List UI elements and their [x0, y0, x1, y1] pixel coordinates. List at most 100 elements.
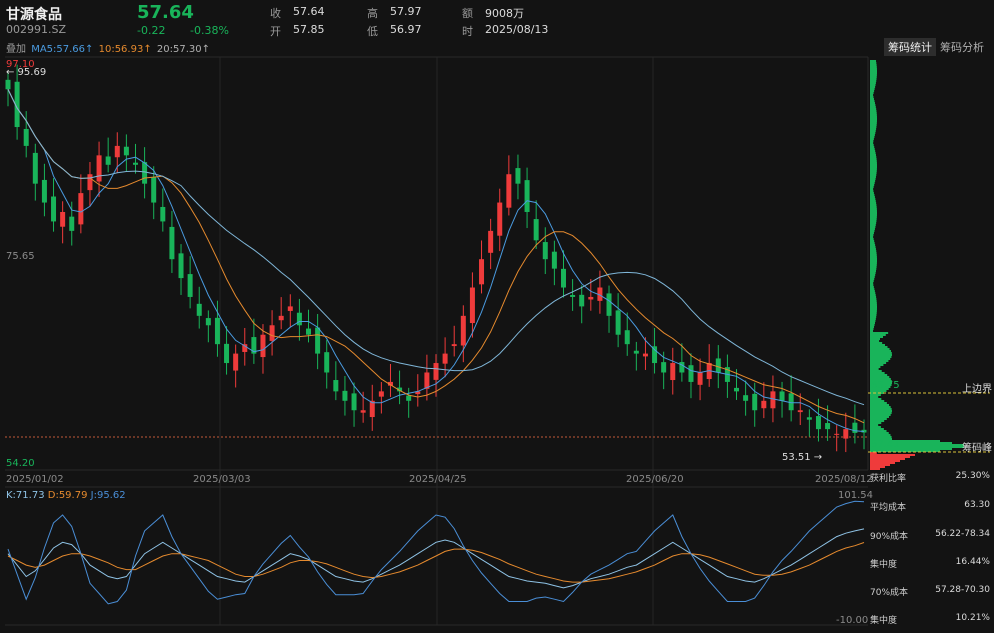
chip-bar	[870, 140, 874, 142]
high-marker: ← 95.69	[6, 67, 47, 78]
candle-body	[378, 391, 384, 397]
chip-bar	[870, 176, 876, 178]
chip-bar	[870, 228, 875, 230]
chip-bar	[870, 260, 877, 262]
chip-bar	[870, 430, 887, 432]
chip-bar	[870, 284, 874, 286]
candle-body	[51, 196, 57, 222]
chip-bar	[870, 180, 876, 182]
candle-body	[96, 155, 102, 182]
chip-bar	[870, 136, 875, 138]
chip-bar	[870, 78, 877, 80]
chip-bar	[870, 348, 890, 350]
chip-bar	[870, 130, 876, 132]
chip-bar	[870, 132, 876, 134]
chip-bar	[870, 290, 875, 292]
axis-mid-price: 75.65	[6, 251, 35, 262]
chip-bar	[870, 90, 875, 92]
candle-body	[533, 219, 539, 241]
chip-bar	[870, 68, 877, 70]
candle-body	[497, 202, 503, 236]
candle-body	[233, 353, 239, 371]
chip-bar	[870, 186, 874, 188]
chip-bar	[870, 310, 877, 312]
chip-bar	[870, 294, 876, 296]
chip-peak-label: 筹码峰	[962, 443, 992, 454]
chip-bar	[870, 190, 874, 192]
chip-bar	[870, 184, 875, 186]
chip-bar	[870, 464, 890, 466]
candle-body	[41, 179, 47, 203]
chip-bar	[870, 96, 874, 98]
candle-body	[542, 242, 548, 260]
kdj-k-line	[7, 528, 865, 589]
chip-bar	[870, 254, 877, 256]
chip-bar	[870, 264, 877, 266]
axis-low-price: 54.20	[6, 458, 35, 469]
chip-bar	[870, 372, 885, 374]
candle-body	[315, 327, 321, 354]
candle-body	[752, 393, 758, 411]
kdj-lines	[7, 500, 865, 605]
chip-bar	[870, 306, 877, 308]
chip-bar	[870, 150, 876, 152]
chip-bar	[870, 268, 877, 270]
candle-body	[5, 79, 11, 90]
chip-bar	[870, 202, 877, 204]
chip-bar	[870, 142, 874, 144]
chip-bar	[870, 252, 877, 254]
chip-bar	[870, 232, 874, 234]
upper-boundary-value: 63.75	[871, 380, 900, 391]
candle-body	[151, 177, 157, 203]
chip-bar	[870, 64, 877, 66]
chip-bar	[870, 358, 891, 360]
chip-bar	[870, 206, 877, 208]
chip-bar	[870, 124, 877, 126]
chip-bar	[870, 76, 877, 78]
candle-body	[69, 216, 75, 231]
candle-body	[843, 429, 849, 439]
candle-body	[114, 145, 120, 158]
chip-bar	[870, 154, 876, 156]
chip-bar	[870, 286, 874, 288]
chip-bar	[870, 66, 877, 68]
chip-bar	[870, 80, 877, 82]
candle-body	[132, 162, 138, 165]
chip-bar	[870, 276, 875, 278]
candle-body	[306, 328, 312, 335]
kdj-d-value: D:59.79	[47, 490, 88, 501]
chip-bar	[870, 258, 877, 260]
low-marker: 53.51 →	[782, 452, 823, 463]
chip-bar	[870, 82, 876, 84]
chip-bar	[870, 224, 876, 226]
candle-body	[788, 393, 794, 411]
chip-peak-value: 57.41	[871, 439, 900, 450]
chip-bar	[870, 334, 886, 336]
chip-bar	[870, 278, 875, 280]
chip-bar	[870, 100, 875, 102]
stat-average-cost: 平均成本 63.30	[870, 500, 990, 513]
chip-bar	[870, 266, 877, 268]
chip-bar	[870, 192, 874, 194]
chip-bar	[870, 292, 876, 294]
candle-body	[670, 363, 676, 381]
candle-body	[160, 206, 166, 222]
chip-bar	[870, 424, 879, 426]
chip-bar	[870, 272, 876, 274]
chip-bar	[870, 466, 885, 468]
chip-bar	[870, 324, 875, 326]
candle-body	[715, 358, 721, 373]
chip-bar	[870, 222, 877, 224]
candle-body	[269, 325, 275, 341]
chip-bar	[870, 402, 887, 404]
candle-body	[815, 416, 821, 430]
chip-bar	[870, 246, 876, 248]
candle-body	[342, 390, 348, 401]
date-label-4: 2025/08/12	[815, 474, 873, 485]
chip-bar	[870, 158, 877, 160]
chip-bar	[870, 128, 877, 130]
chip-bar	[870, 422, 882, 424]
chip-bar	[870, 274, 876, 276]
chip-bar	[870, 364, 884, 366]
candle-body	[60, 211, 66, 227]
